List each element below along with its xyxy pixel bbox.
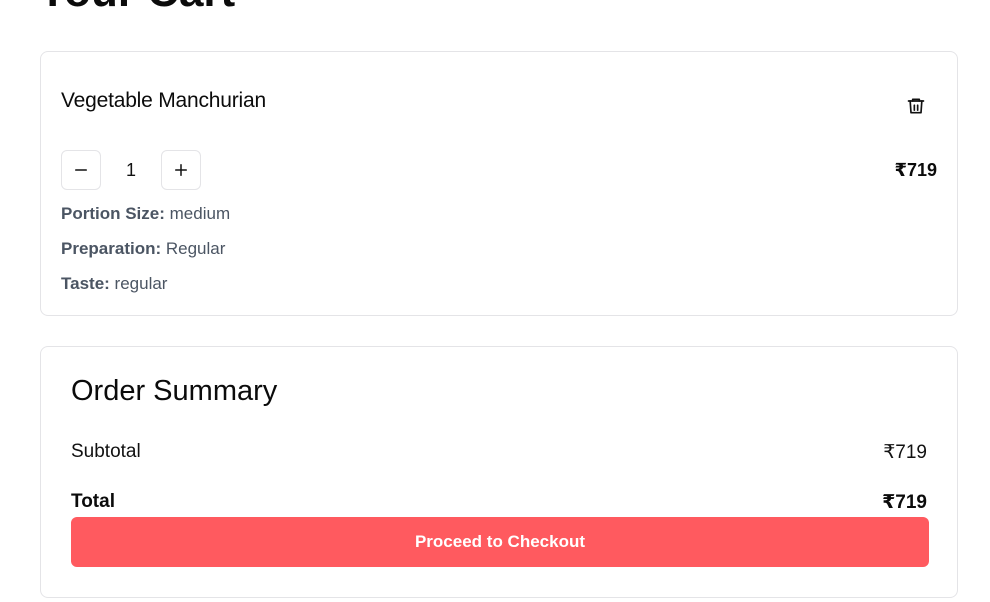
cart-item-card: Vegetable Manchurian 1 ₹719 Portion Size… — [40, 51, 958, 316]
decrease-quantity-button[interactable] — [61, 150, 101, 190]
order-summary-card: Order Summary Subtotal ₹719 Total ₹719 P… — [40, 346, 958, 598]
option-label: Preparation: — [61, 239, 162, 258]
subtotal-row: Subtotal ₹719 — [71, 441, 927, 464]
total-label: Total — [71, 491, 115, 512]
plus-icon — [172, 161, 190, 179]
page-title: Your Cart — [38, 0, 235, 14]
total-row: Total ₹719 — [71, 491, 927, 514]
remove-item-button[interactable] — [901, 91, 931, 121]
increase-quantity-button[interactable] — [161, 150, 201, 190]
checkout-button[interactable]: Proceed to Checkout — [71, 517, 929, 567]
option-label: Portion Size: — [61, 204, 165, 223]
total-value: ₹719 — [882, 492, 927, 513]
trash-icon — [906, 96, 926, 116]
option-label: Taste: — [61, 274, 110, 293]
quantity-stepper: 1 — [61, 150, 201, 190]
option-preparation: Preparation: Regular — [61, 239, 225, 259]
minus-icon — [72, 161, 90, 179]
item-name: Vegetable Manchurian — [61, 89, 266, 112]
subtotal-label: Subtotal — [71, 441, 141, 462]
quantity-value: 1 — [125, 159, 136, 180]
cart-page: Your Cart Vegetable Manchurian — [0, 0, 990, 602]
option-value: medium — [169, 204, 231, 223]
option-value: regular — [114, 274, 168, 293]
option-taste: Taste: regular — [61, 274, 167, 294]
option-portion-size: Portion Size: medium — [61, 204, 230, 224]
subtotal-value: ₹719 — [883, 442, 927, 463]
item-price: ₹719 — [894, 160, 937, 180]
order-summary-title: Order Summary — [71, 375, 278, 407]
option-value: Regular — [165, 239, 226, 258]
